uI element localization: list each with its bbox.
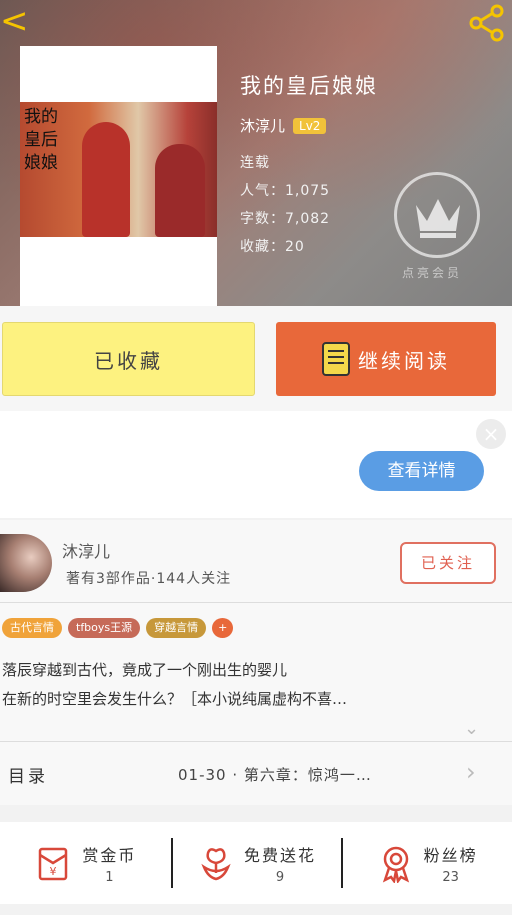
level-badge: Lv2: [293, 117, 327, 134]
cover-title: 我的皇后娘娘: [24, 107, 58, 173]
fan-ranking-button[interactable]: 粉丝榜 23: [341, 822, 512, 904]
book-description[interactable]: 落辰穿越到古代，竟成了一个刚出生的婴儿 在新的时空里会发生什么？［本小说纯属虚构…: [2, 656, 492, 714]
continue-reading-label: 继续阅读: [358, 348, 450, 373]
fan-ranking-value: 23: [442, 869, 459, 885]
tag-list: 古代言情 tfboys王源 穿越言情 +: [2, 618, 234, 638]
chevron-down-icon[interactable]: ⌄: [464, 718, 479, 739]
avatar[interactable]: [0, 534, 52, 592]
tag-time-travel[interactable]: 穿越言情: [146, 618, 207, 638]
reward-coins-button[interactable]: ¥ 赏金币 1: [0, 822, 171, 904]
book-icon: [322, 342, 350, 376]
popularity: 人气：1,075: [240, 183, 331, 199]
follow-button[interactable]: 已关注: [400, 542, 496, 584]
add-tag-button[interactable]: +: [212, 618, 234, 638]
support-bar: ¥ 赏金币 1 免费送花 9 粉丝榜 23: [0, 822, 512, 904]
toc-label: 目录: [8, 767, 48, 787]
author-name[interactable]: 沐淳儿: [240, 115, 285, 136]
book-status: 连载: [240, 155, 270, 171]
favorites-count: 收藏：20: [240, 239, 305, 255]
book-header: < 我的皇后娘娘 我的皇后娘娘 沐淳儿 Lv2 连载 人气：1,075 字数：7…: [0, 0, 512, 306]
chevron-right-icon: ›: [466, 758, 476, 786]
close-icon[interactable]: ×: [476, 419, 506, 449]
reward-coins-value: 1: [105, 869, 114, 885]
divider: [0, 602, 512, 603]
back-icon[interactable]: <: [0, 4, 29, 42]
favorite-label: 已收藏: [94, 348, 163, 373]
share-icon[interactable]: [468, 4, 506, 42]
word-count: 字数：7,082: [240, 211, 331, 227]
book-title: 我的皇后娘娘: [240, 74, 378, 98]
reward-coins-label: 赏金币: [82, 845, 137, 865]
author-card: 沐淳儿 著有3部作品·144人关注 已关注 古代言情 tfboys王源 穿越言情…: [0, 520, 512, 805]
author-row[interactable]: 沐淳儿 Lv2: [240, 115, 327, 136]
favorite-button[interactable]: 已收藏: [2, 322, 255, 396]
flower-icon: [201, 848, 231, 881]
svg-text:¥: ¥: [50, 865, 57, 878]
medal-icon: [382, 846, 409, 883]
table-of-contents-row[interactable]: 目录 01-30 · 第六章：惊鸿一… ›: [0, 742, 512, 804]
tag-ancient-romance[interactable]: 古代言情: [2, 618, 62, 638]
ad-banner[interactable]: × 查看详情: [0, 411, 512, 518]
author-stats: 著有3部作品·144人关注: [66, 571, 232, 587]
tag-tfboys[interactable]: tfboys王源: [68, 618, 141, 638]
send-flower-button[interactable]: 免费送花 9: [170, 822, 342, 904]
description-line-1: 落辰穿越到古代，竟成了一个刚出生的婴儿: [2, 661, 288, 679]
view-details-button[interactable]: 查看详情: [359, 451, 484, 491]
card-author-name[interactable]: 沐淳儿: [62, 538, 110, 562]
send-flower-value: 9: [275, 869, 285, 885]
red-envelope-icon: ¥: [39, 847, 68, 881]
continue-reading-button[interactable]: 继续阅读: [276, 322, 496, 396]
action-row: 已收藏 继续阅读: [0, 306, 512, 411]
vip-badge-label: 点亮会员: [402, 266, 463, 280]
send-flower-label: 免费送花: [244, 845, 317, 865]
description-line-2: 在新的时空里会发生什么？［本小说纯属虚构不喜…: [2, 690, 348, 708]
latest-chapter: 01-30 · 第六章：惊鸿一…: [178, 766, 372, 784]
crown-icon[interactable]: [394, 172, 480, 258]
fan-ranking-label: 粉丝榜: [423, 845, 478, 865]
book-cover[interactable]: 我的皇后娘娘: [20, 46, 217, 306]
